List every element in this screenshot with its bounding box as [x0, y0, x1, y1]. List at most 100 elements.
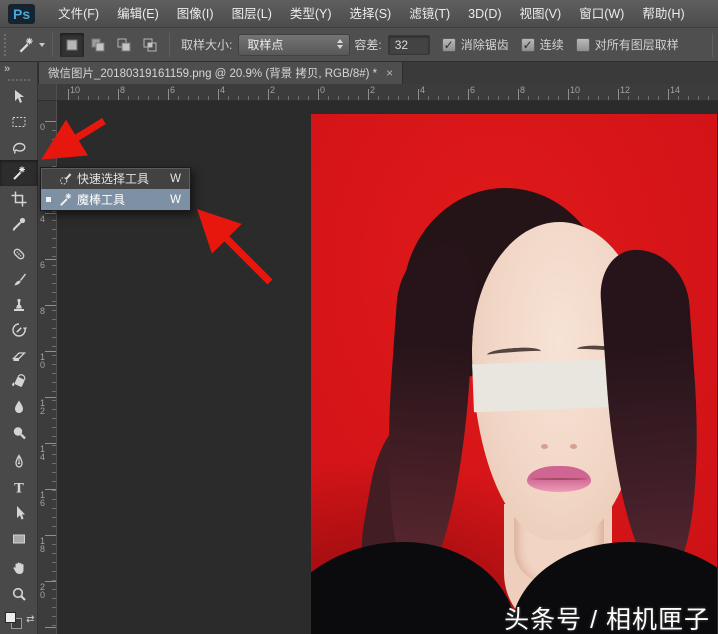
- tolerance-input[interactable]: 32: [387, 34, 430, 55]
- swap-colors-icon[interactable]: ⇄: [26, 614, 34, 625]
- tool-crop[interactable]: [0, 186, 38, 212]
- tool-zoom[interactable]: [0, 581, 38, 607]
- sample-size-dropdown[interactable]: 取样点: [238, 33, 351, 56]
- menu-item-0[interactable]: 文件(F): [49, 0, 108, 28]
- sample-size-label: 取样大小:: [181, 38, 233, 52]
- menu-item-label: 魔棒工具: [77, 193, 126, 207]
- sample-all-layers-checkbox[interactable]: ✓ 对所有图层取样: [575, 36, 679, 53]
- clone-stamp-tool-icon: [13, 298, 24, 311]
- menu-item-7[interactable]: 3D(D): [459, 0, 510, 28]
- h-ruler-label: 2: [270, 85, 276, 95]
- checkmark-icon: ✓: [522, 37, 533, 52]
- shortcut-label: W: [170, 172, 181, 185]
- tool-magic-wand[interactable]: [0, 160, 38, 186]
- tool-eyedropper[interactable]: [0, 211, 38, 237]
- horizontal-ruler[interactable]: 1086420246810121416: [57, 84, 718, 101]
- document-title: 微信图片_20180319161159.png @ 20.9% (背景 拷贝, …: [48, 68, 378, 80]
- paint-bucket-tool-icon: [11, 374, 25, 388]
- tool-type[interactable]: T: [0, 475, 38, 501]
- hand-tool-icon: [12, 562, 23, 575]
- anti-alias-checkbox[interactable]: ✓ 消除锯齿: [441, 36, 509, 53]
- pen-tool-icon: [14, 454, 23, 468]
- checkbox-box: ✓: [441, 37, 456, 52]
- tool-history-brush[interactable]: [0, 318, 38, 344]
- anti-alias-label: 消除锯齿: [460, 38, 509, 52]
- tool-path-selection[interactable]: [0, 500, 38, 526]
- photoshop-window: Ps 文件(F) 编辑(E) 图像(I) 图层(L) 类型(Y) 选择(S) 滤镜(T) 3D…: [0, 0, 718, 634]
- sample-size-value: 取样点: [247, 38, 284, 52]
- tool-rectangular-marquee[interactable]: [0, 109, 38, 135]
- menu-item-3[interactable]: 图层(L): [223, 0, 281, 28]
- tool-brush[interactable]: [0, 267, 38, 293]
- document-image[interactable]: 头条号 / 相机匣子: [311, 114, 717, 634]
- v-ruler-label: 12: [40, 398, 46, 416]
- menu-item-quick-selection-tool[interactable]: 快速选择工具 W: [41, 168, 190, 189]
- v-ruler-label: 16: [40, 490, 46, 508]
- subtract-from-selection-button[interactable]: [112, 33, 136, 57]
- portrait-lips: [527, 466, 591, 492]
- sample-all-layers-label: 对所有图层取样: [594, 38, 679, 52]
- menu-item-9[interactable]: 窗口(W): [570, 0, 633, 28]
- tool-eraser[interactable]: [0, 343, 38, 369]
- add-to-selection-icon: [91, 38, 105, 51]
- tool-rectangle-shape[interactable]: [0, 526, 38, 552]
- v-ruler-label: 0: [40, 122, 46, 132]
- tool-pen[interactable]: [0, 449, 38, 475]
- separator: [52, 32, 53, 57]
- move-tool-icon: [14, 89, 24, 103]
- h-ruler-label: 8: [520, 85, 526, 95]
- checkmark-icon: ✓: [443, 37, 454, 52]
- magic-wand-icon: [19, 37, 33, 52]
- tool-flyout-menu: 快速选择工具 W 魔棒工具 W: [40, 167, 191, 211]
- menu-item-10[interactable]: 帮助(H): [633, 0, 693, 28]
- tool-spot-healing-brush[interactable]: [0, 241, 38, 267]
- menu-item-5[interactable]: 选择(S): [341, 0, 401, 28]
- tool-blur[interactable]: [0, 394, 38, 420]
- toolbar-grip[interactable]: [7, 78, 30, 81]
- brush-tool-icon: [14, 273, 26, 286]
- add-to-selection-button[interactable]: [86, 33, 110, 57]
- path-selection-tool-icon: [16, 506, 25, 520]
- magic-wand-tool-icon: [12, 166, 25, 180]
- menu-item-8[interactable]: 视图(V): [511, 0, 571, 28]
- tool-gradient[interactable]: [0, 369, 38, 395]
- menu-item-1[interactable]: 编辑(E): [108, 0, 168, 28]
- separator: [712, 33, 713, 57]
- ruler-corner[interactable]: [38, 84, 57, 101]
- contiguous-checkbox[interactable]: ✓ 连续: [520, 36, 564, 53]
- intersect-selection-icon: [143, 38, 157, 51]
- close-tab-icon[interactable]: ×: [386, 67, 393, 79]
- menu-item-2[interactable]: 图像(I): [168, 0, 223, 28]
- options-bar-grip[interactable]: [4, 33, 8, 56]
- checkbox-box: ✓: [575, 37, 590, 52]
- document-tab-bar: 微信图片_20180319161159.png @ 20.9% (背景 拷贝, …: [38, 62, 718, 84]
- crop-tool-icon: [11, 191, 26, 207]
- active-tool-bullet: [41, 197, 55, 202]
- menu-item-4[interactable]: 类型(Y): [281, 0, 341, 28]
- new-selection-button[interactable]: [60, 32, 84, 57]
- tool-preset-picker[interactable]: [16, 35, 45, 55]
- h-ruler-label: 6: [470, 85, 476, 95]
- tool-move[interactable]: [0, 84, 38, 110]
- spinner-icon: [337, 38, 344, 49]
- history-brush-tool-icon: [11, 323, 27, 338]
- toolbar-collapse-button[interactable]: »: [0, 62, 37, 77]
- h-ruler-label: 14: [670, 85, 681, 95]
- h-ruler-label: 4: [220, 85, 226, 95]
- v-ruler-label: 8: [40, 306, 46, 316]
- menu-item-label: 快速选择工具: [77, 172, 150, 186]
- menu-item-magic-wand-tool[interactable]: 魔棒工具 W: [41, 189, 190, 210]
- tool-hand[interactable]: [0, 555, 38, 581]
- foreground-color-swatch[interactable]: [4, 612, 16, 624]
- h-ruler-label: 2: [370, 85, 376, 95]
- tool-clone-stamp[interactable]: [0, 292, 38, 318]
- tolerance-label: 容差:: [354, 38, 382, 52]
- tool-dodge[interactable]: [0, 420, 38, 446]
- menu-item-6[interactable]: 滤镜(T): [400, 0, 459, 28]
- intersect-selection-button[interactable]: [138, 33, 162, 57]
- portrait-nose: [539, 444, 579, 452]
- options-bar: 取样大小: 取样点 容差: 32 ✓ 消除锯齿 ✓ 连续 ✓ 对所有图层取样: [0, 28, 718, 62]
- tool-lasso[interactable]: [0, 135, 38, 161]
- v-ruler-label: 6: [40, 260, 46, 270]
- document-tab[interactable]: 微信图片_20180319161159.png @ 20.9% (背景 拷贝, …: [38, 62, 404, 84]
